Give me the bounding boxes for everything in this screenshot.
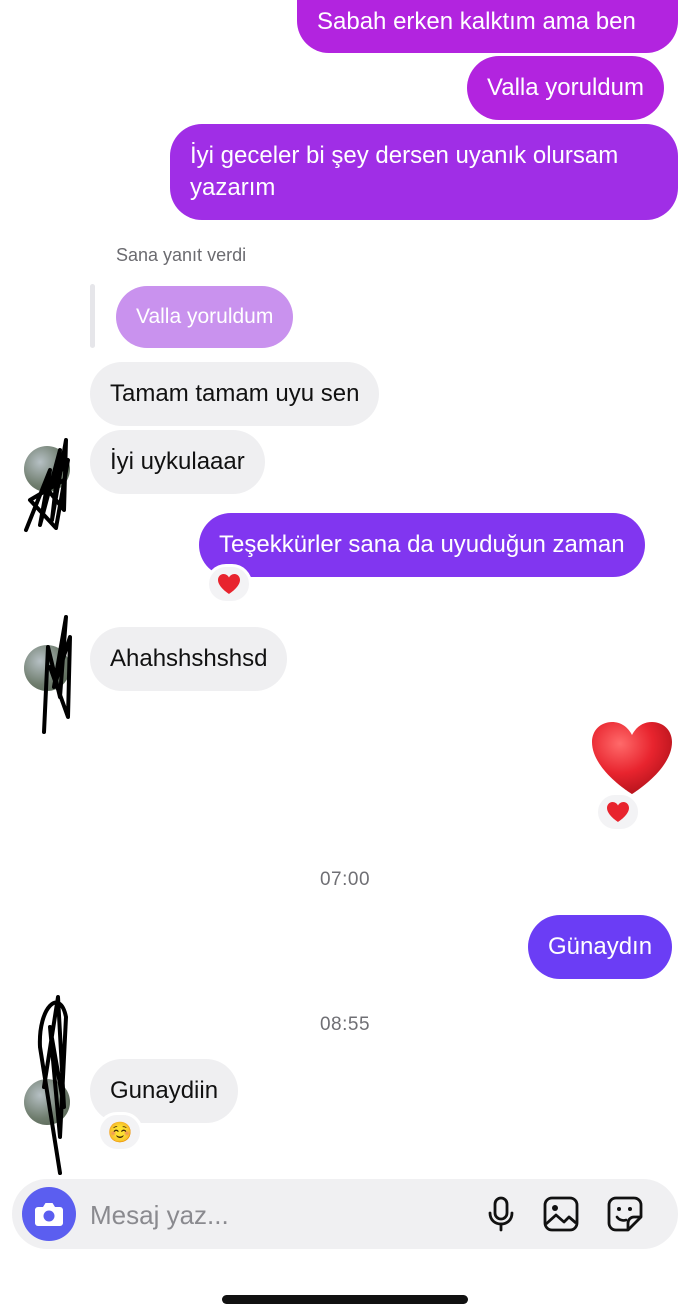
message-incoming[interactable]: Tamam tamam uyu sen (90, 362, 380, 426)
timestamp: 07:00 (319, 869, 371, 890)
heart-icon (607, 802, 629, 822)
message-incoming[interactable]: Ahahshshshsd (90, 627, 288, 691)
heart-icon (218, 574, 240, 594)
smiling-face-icon: ☺️ (107, 1121, 133, 1144)
gallery-icon[interactable] (542, 1195, 580, 1233)
camera-icon (35, 1203, 63, 1226)
message-incoming[interactable]: İyi uykulaaar (90, 430, 265, 494)
contact-avatar[interactable] (24, 995, 70, 1175)
scribble-redaction (24, 438, 70, 532)
reaction-badge[interactable] (595, 792, 641, 832)
heart-message[interactable] (590, 720, 674, 796)
message-outgoing[interactable]: Günaydın (528, 915, 673, 979)
home-indicator[interactable] (222, 1295, 468, 1304)
reply-bar (90, 284, 95, 348)
message-outgoing[interactable]: Valla yoruldum (467, 56, 664, 120)
microphone-icon[interactable] (482, 1195, 520, 1233)
reaction-badge[interactable] (206, 564, 252, 604)
message-outgoing[interactable]: İyi geceler bi şey dersen uyanık olursam… (170, 124, 678, 220)
timestamp: 08:55 (319, 1014, 371, 1035)
message-composer (12, 1179, 678, 1249)
replied-message[interactable]: Valla yoruldum (116, 286, 294, 348)
message-outgoing[interactable]: Sabah erken kalktım ama ben (297, 0, 678, 53)
contact-avatar[interactable] (24, 438, 70, 532)
contact-avatar[interactable] (24, 615, 72, 734)
camera-button[interactable] (22, 1187, 76, 1241)
message-input[interactable] (90, 1199, 370, 1231)
large-heart-icon (592, 722, 672, 794)
sticker-icon[interactable] (606, 1195, 644, 1233)
message-outgoing[interactable]: Teşekkürler sana da uyuduğun zaman (199, 513, 645, 577)
scribble-redaction (37, 995, 68, 1175)
reaction-badge[interactable]: ☺️ (97, 1112, 143, 1152)
reply-label: Sana yanıt verdi (116, 245, 247, 265)
scribble-redaction (42, 615, 72, 734)
